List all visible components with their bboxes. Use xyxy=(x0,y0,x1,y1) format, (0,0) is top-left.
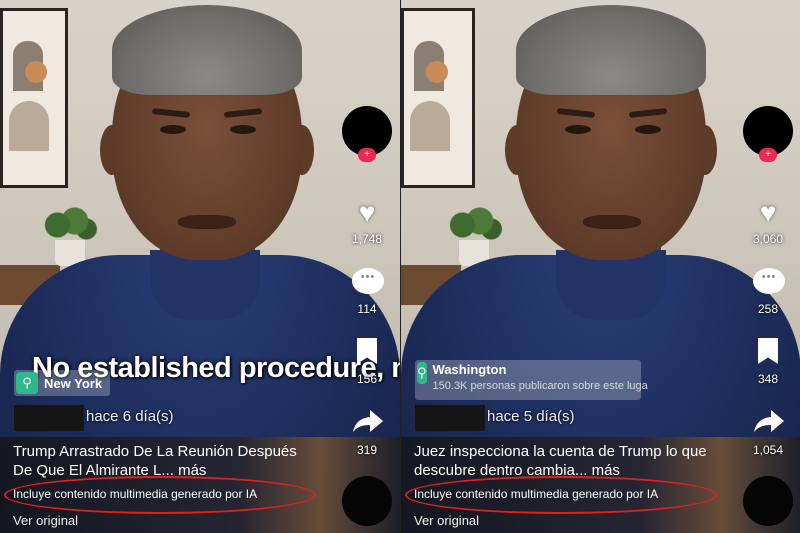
person-collar xyxy=(150,250,260,320)
location-tag[interactable]: ⚲ Washington 150.3K personas publicaron … xyxy=(415,360,648,400)
music-disc[interactable] xyxy=(342,476,392,526)
like-count: 1,748 xyxy=(351,232,383,246)
heart-icon[interactable]: ♥ xyxy=(350,196,384,230)
person-hair xyxy=(516,5,706,95)
video-panel-right: ⚲ Washington 150.3K personas publicaron … xyxy=(400,0,800,533)
heart-icon[interactable]: ♥ xyxy=(751,196,785,230)
post-description[interactable]: Juez inspecciona la cuenta de Trump lo q… xyxy=(414,442,714,480)
comment-count: 114 xyxy=(357,302,377,316)
person-hair xyxy=(112,5,302,95)
plus-icon[interactable]: + xyxy=(358,148,376,162)
post-description[interactable]: Trump Arrastrado De La Reunión Después D… xyxy=(13,442,313,480)
view-original-link[interactable]: Ver original xyxy=(13,513,78,528)
eye xyxy=(230,125,256,134)
plant xyxy=(445,205,503,245)
highlight-oval xyxy=(4,476,316,514)
location-name: Washington xyxy=(432,362,507,377)
music-disc[interactable] xyxy=(743,476,793,526)
save-count: 156 xyxy=(356,372,378,386)
location-subtitle: 150.3K personas publicaron sobre este lu… xyxy=(432,380,648,392)
redacted-username[interactable] xyxy=(14,405,84,431)
video-panel-left: No established procedure, no ⚲ New York … xyxy=(0,0,400,533)
side-by-side-screenshots: No established procedure, no ⚲ New York … xyxy=(0,0,800,533)
location-pin-icon: ⚲ xyxy=(16,372,38,394)
location-name: New York xyxy=(44,375,103,391)
view-original-link[interactable]: Ver original xyxy=(414,513,479,528)
comment-bubble-icon[interactable] xyxy=(352,268,384,294)
comment-count: 258 xyxy=(757,302,779,316)
person-collar xyxy=(556,250,666,320)
post-time: hace 5 día(s) xyxy=(487,408,575,425)
post-time: hace 6 día(s) xyxy=(86,408,174,425)
location-pin-icon: ⚲ xyxy=(417,362,427,384)
eye xyxy=(635,125,661,134)
mouth xyxy=(583,215,641,229)
wall-art xyxy=(0,8,68,188)
eye xyxy=(160,125,186,134)
save-count: 348 xyxy=(757,372,779,386)
redacted-username[interactable] xyxy=(415,405,485,431)
comment-bubble-icon[interactable] xyxy=(753,268,785,294)
plant xyxy=(40,205,98,245)
share-count: 319 xyxy=(356,443,378,457)
share-arrow-icon[interactable] xyxy=(352,408,384,434)
highlight-oval xyxy=(405,476,717,514)
mouth xyxy=(178,215,236,229)
like-count: 3,060 xyxy=(752,232,784,246)
location-tag[interactable]: ⚲ New York xyxy=(14,370,111,396)
share-count: 1,054 xyxy=(752,443,784,457)
wall-art xyxy=(401,8,475,188)
eye xyxy=(565,125,591,134)
plus-icon[interactable]: + xyxy=(759,148,777,162)
share-arrow-icon[interactable] xyxy=(753,408,785,434)
